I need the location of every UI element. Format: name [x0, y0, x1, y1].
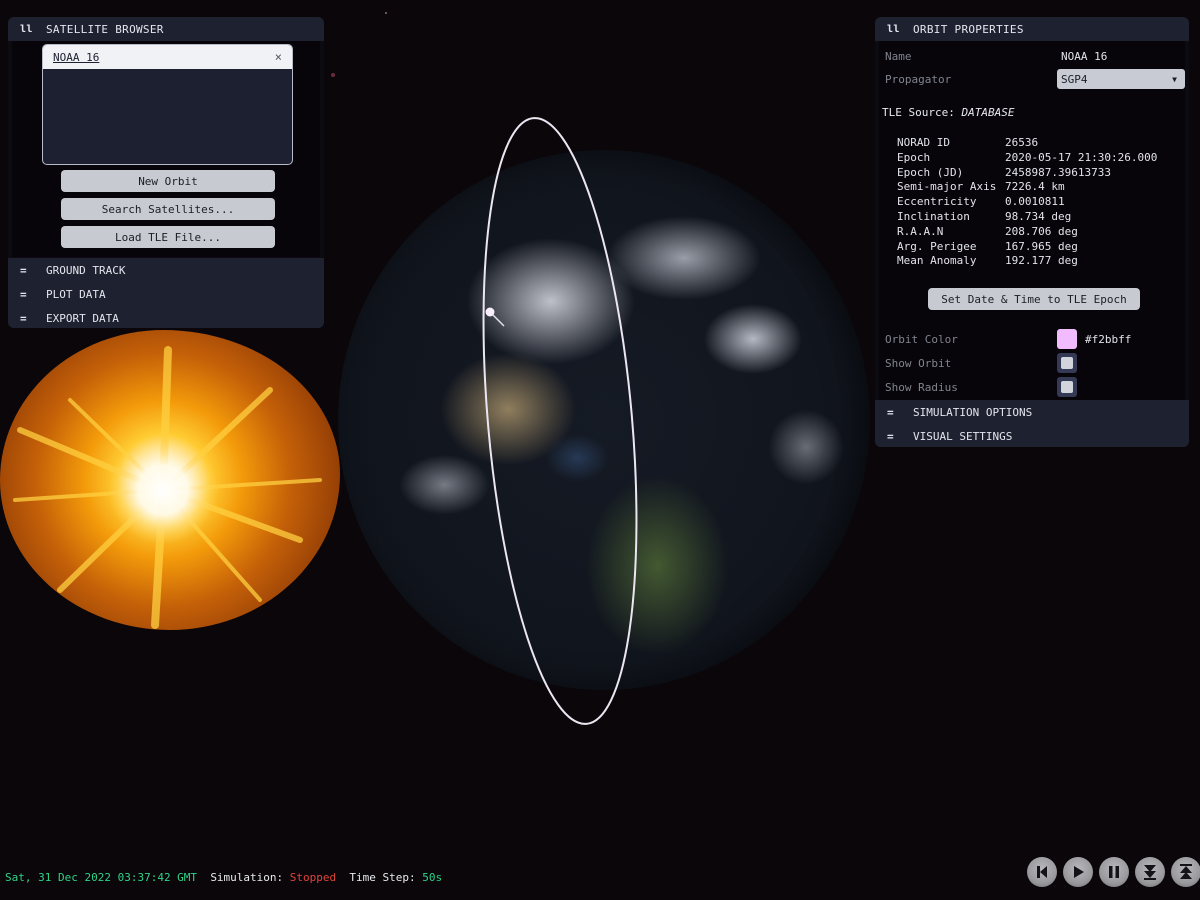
close-icon[interactable]: ×: [275, 50, 282, 64]
tle-key: R.A.A.N: [897, 224, 944, 238]
play-icon: [1074, 866, 1084, 878]
orbit-properties-sections: = SIMULATION OPTIONS = VISUAL SETTINGS: [875, 400, 1189, 447]
tle-key: Mean Anomaly: [897, 254, 977, 268]
tle-value: 98.734 deg: [1005, 209, 1072, 223]
tle-key: Semi-major Axis: [897, 180, 997, 194]
satellite-browser-header[interactable]: ll SATELLITE BROWSER: [8, 17, 324, 41]
section-label: PLOT DATA: [46, 287, 106, 301]
sun: [0, 330, 340, 630]
skip-to-start-button[interactable]: [1027, 857, 1057, 887]
increase-speed-icon: [1180, 864, 1192, 879]
tle-row: Semi-major Axis 7226.4 km: [897, 180, 1157, 195]
time-step-value: 50s: [422, 871, 443, 884]
play-button[interactable]: [1063, 857, 1093, 887]
name-label: Name: [885, 50, 912, 63]
show-radius-label: Show Radius: [885, 381, 958, 394]
section-label: SIMULATION OPTIONS: [913, 405, 1033, 419]
satellite-list[interactable]: NOAA 16 ×: [42, 44, 293, 165]
pause-button[interactable]: [1099, 857, 1129, 887]
menu-icon: =: [20, 263, 27, 277]
satellite-browser-title: SATELLITE BROWSER: [46, 22, 164, 36]
tle-row: Inclination 98.734 deg: [897, 210, 1157, 225]
tle-key: Arg. Perigee: [897, 239, 977, 253]
tle-table: NORAD ID 26536 Epoch 2020-05-17 21:30:26.00…: [897, 136, 1157, 269]
propagator-select[interactable]: SGP4 ▼: [1057, 69, 1185, 89]
playback-controls: [1027, 857, 1200, 887]
menu-icon: =: [887, 429, 894, 443]
tle-row: Eccentricity 0.0010811: [897, 195, 1157, 210]
tle-value: 167.965 deg: [1005, 239, 1078, 253]
tle-source: TLE Source: DATABASE: [882, 106, 1014, 119]
tle-value: 192.177 deg: [1005, 254, 1078, 268]
tle-row: Epoch (JD) 2458987.39613733: [897, 166, 1157, 181]
orbit-properties-title: ORBIT PROPERTIES: [913, 22, 1024, 36]
drag-handle-icon[interactable]: ll: [887, 24, 901, 35]
tle-key: NORAD ID: [897, 136, 950, 149]
menu-icon: =: [887, 405, 894, 419]
decrease-speed-icon: [1144, 865, 1156, 880]
status-bar: Sat, 31 Dec 2022 03:37:42 GMT Simulation…: [5, 871, 442, 884]
propagator-label: Propagator: [885, 73, 952, 86]
section-ground-track[interactable]: = GROUND TRACK: [8, 258, 324, 282]
show-orbit-checkbox[interactable]: [1057, 353, 1077, 373]
section-plot-data[interactable]: = PLOT DATA: [8, 282, 324, 306]
pause-icon: [1109, 866, 1119, 878]
time-step-label: Time Step:: [349, 871, 416, 884]
simulation-label: Simulation:: [210, 871, 284, 884]
tle-value: 7226.4 km: [1005, 180, 1065, 194]
satellite-list-item[interactable]: NOAA 16 ×: [43, 45, 292, 69]
simulation-state: Stopped: [289, 871, 337, 884]
search-satellites-button[interactable]: Search Satellites...: [61, 198, 275, 220]
sun-rays: [13, 346, 322, 629]
section-simulation-options[interactable]: = SIMULATION OPTIONS: [875, 400, 1189, 424]
simulation-datetime: Sat, 31 Dec 2022 03:37:42 GMT: [5, 871, 198, 884]
section-label: VISUAL SETTINGS: [913, 429, 1013, 443]
speed-up-button[interactable]: [1171, 857, 1200, 887]
star: [385, 12, 387, 14]
satellite-browser-panel: ll SATELLITE BROWSER NOAA 16 × New Orbit…: [8, 17, 324, 328]
section-label: GROUND TRACK: [46, 263, 126, 277]
tle-key: Epoch: [897, 150, 931, 164]
tle-row: R.A.A.N 208.706 deg: [897, 225, 1157, 240]
orbit-properties-header[interactable]: ll ORBIT PROPERTIES: [875, 17, 1189, 41]
tle-key: Inclination: [897, 209, 970, 223]
show-radius-checkbox[interactable]: [1057, 377, 1077, 397]
star: [331, 73, 335, 77]
tle-value: 26536: [1005, 136, 1039, 149]
tle-key: Epoch (JD): [897, 165, 964, 179]
tle-row: Epoch 2020-05-17 21:30:26.000: [897, 151, 1157, 166]
section-export-data[interactable]: = EXPORT DATA: [8, 306, 324, 328]
chevron-down-icon: ▼: [1172, 74, 1177, 84]
tle-source-value: DATABASE: [961, 106, 1015, 119]
orbit-color-value: #f2bbff: [1085, 333, 1132, 346]
new-orbit-button[interactable]: New Orbit: [61, 170, 275, 192]
earth-globe[interactable]: [338, 150, 870, 690]
tle-value: 2458987.39613733: [1005, 165, 1111, 179]
orbit-properties-panel: ll ORBIT PROPERTIES Name NOAA 16 Propaga…: [875, 17, 1189, 447]
name-value: NOAA 16: [1061, 50, 1108, 63]
slow-down-button[interactable]: [1135, 857, 1165, 887]
tle-row: Arg. Perigee 167.965 deg: [897, 240, 1157, 255]
section-label: EXPORT DATA: [46, 311, 119, 325]
propagator-value: SGP4: [1061, 72, 1088, 86]
menu-icon: =: [20, 287, 27, 301]
satellite-name[interactable]: NOAA 16: [53, 51, 99, 64]
tle-row: NORAD ID 26536: [897, 136, 1157, 151]
set-epoch-button[interactable]: Set Date & Time to TLE Epoch: [928, 288, 1140, 310]
menu-icon: =: [20, 311, 27, 325]
tle-source-label: TLE Source:: [882, 106, 955, 119]
drag-handle-icon[interactable]: ll: [20, 24, 34, 35]
orbit-color-label: Orbit Color: [885, 333, 958, 346]
section-visual-settings[interactable]: = VISUAL SETTINGS: [875, 424, 1189, 447]
tle-row: Mean Anomaly 192.177 deg: [897, 254, 1157, 269]
skip-back-icon: [1037, 866, 1047, 878]
tle-value: 208.706 deg: [1005, 224, 1078, 238]
load-tle-file-button[interactable]: Load TLE File...: [61, 226, 275, 248]
tle-key: Eccentricity: [897, 195, 977, 209]
orbit-color-swatch[interactable]: [1057, 329, 1077, 349]
show-orbit-label: Show Orbit: [885, 357, 952, 370]
satellite-browser-sections: = GROUND TRACK = PLOT DATA = EXPORT DATA: [8, 258, 324, 328]
tle-value: 0.0010811: [1005, 195, 1065, 209]
tle-value: 2020-05-17 21:30:26.000: [1005, 150, 1158, 164]
